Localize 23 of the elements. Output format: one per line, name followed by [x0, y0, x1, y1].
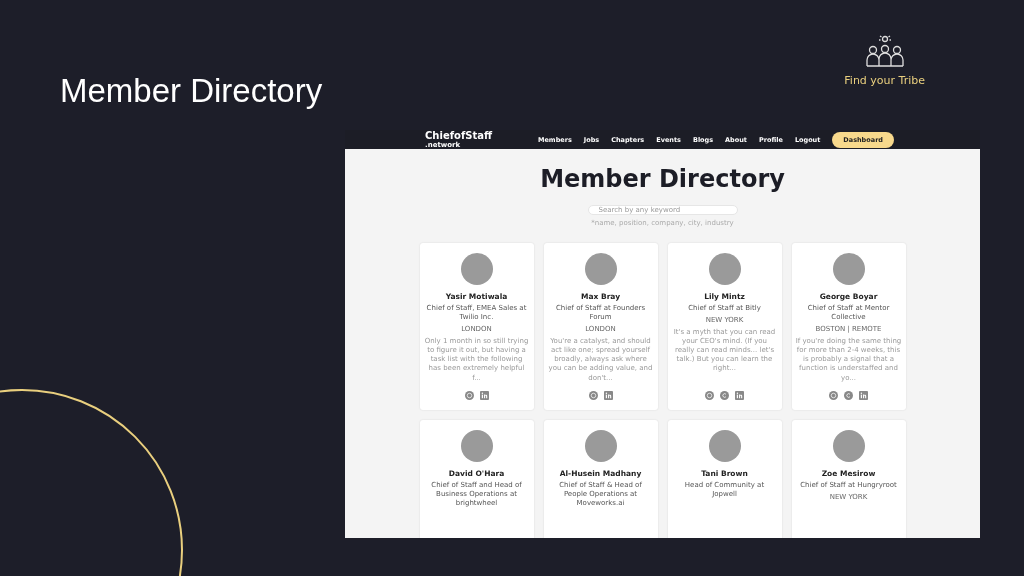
site-logo[interactable]: ChiefofStaff	[425, 130, 493, 141]
c-circle-icon[interactable]	[844, 390, 853, 400]
logo-caption: Find your Tribe	[844, 74, 925, 87]
avatar-placeholder	[832, 253, 865, 285]
group-lightbulb-icon	[863, 34, 906, 68]
page-heading: Member Directory	[539, 165, 786, 193]
linkedin-icon[interactable]	[603, 390, 613, 400]
avatar-placeholder	[708, 429, 741, 462]
globe-icon[interactable]	[588, 390, 598, 400]
slide-title: Member Directory	[60, 72, 324, 110]
c-circle-icon[interactable]	[720, 390, 729, 400]
avatar-placeholder	[708, 253, 741, 285]
globe-icon[interactable]	[829, 390, 838, 400]
avatar-placeholder	[584, 253, 617, 285]
avatar-placeholder	[584, 429, 617, 462]
globe-icon[interactable]	[705, 390, 714, 400]
linkedin-icon[interactable]	[479, 390, 489, 400]
avatar-placeholder	[832, 429, 865, 462]
globe-icon[interactable]	[464, 390, 474, 400]
avatar-placeholder	[460, 253, 493, 285]
linkedin-icon[interactable]	[735, 390, 744, 400]
linkedin-icon[interactable]	[859, 390, 868, 400]
avatar-placeholder	[460, 429, 493, 462]
